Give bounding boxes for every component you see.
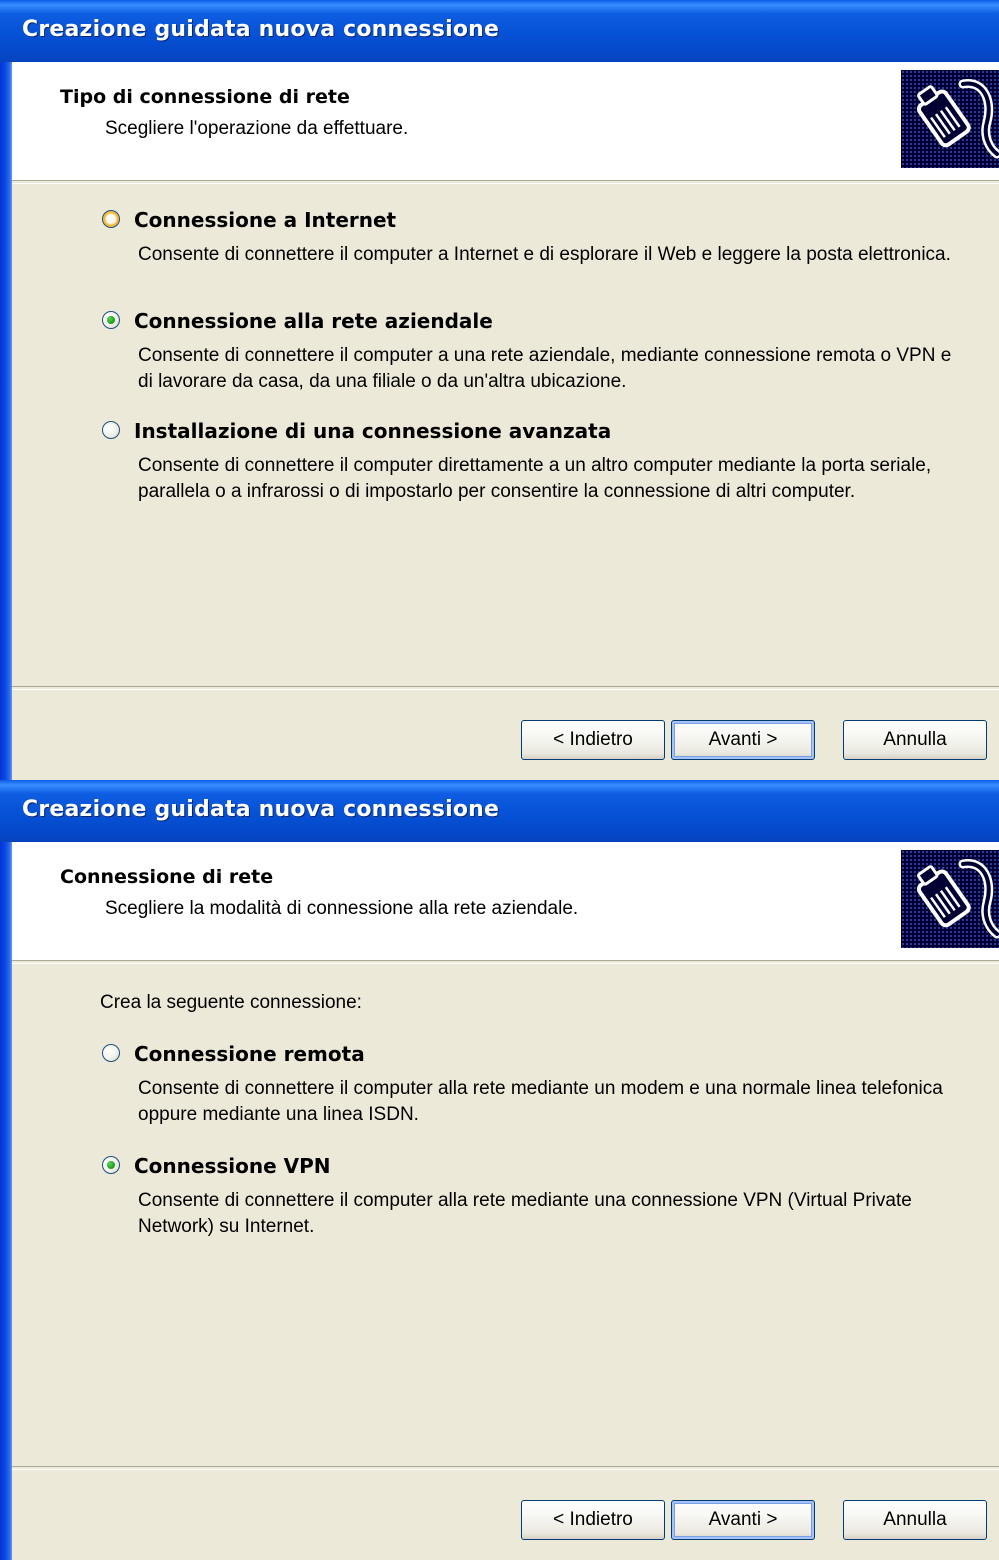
option-label[interactable]: Installazione di una connessione avanzat… (134, 419, 611, 443)
radio-connessione-remota[interactable] (102, 1044, 120, 1062)
radio-connessione-rete-aziendale[interactable] (102, 311, 120, 329)
page-subtitle: Scegliere l'operazione da effettuare. (105, 118, 409, 139)
network-cable-icon (901, 850, 999, 948)
radio-selected-dot (107, 316, 115, 324)
cancel-button[interactable]: Annulla (843, 720, 987, 760)
next-button[interactable]: Avanti > (671, 720, 815, 760)
radio-connessione-internet[interactable] (102, 210, 120, 228)
option-label[interactable]: Connessione remota (134, 1042, 365, 1066)
option-rete-aziendale[interactable]: Connessione alla rete aziendale Consente… (100, 309, 969, 395)
window-frame-left (0, 780, 12, 1560)
option-connessione-vpn[interactable]: Connessione VPN Consente di connettere i… (100, 1154, 969, 1240)
cancel-button[interactable]: Annulla (843, 1500, 987, 1540)
wizard-window-connection-type: Creazione guidata nuova connessione Tipo… (0, 0, 999, 780)
wizard-header: Tipo di connessione di rete Scegliere l'… (12, 62, 999, 180)
option-description: Consente di connettere il computer alla … (138, 1190, 912, 1237)
option-label[interactable]: Connessione a Internet (134, 208, 396, 232)
option-description: Consente di connettere il computer a Int… (138, 244, 951, 265)
window-title: Creazione guidata nuova connessione (22, 17, 500, 42)
network-cable-icon (901, 70, 999, 168)
option-connessione-avanzata[interactable]: Installazione di una connessione avanzat… (100, 419, 969, 505)
title-bar[interactable]: Creazione guidata nuova connessione (0, 780, 999, 842)
wizard-footer: < Indietro Avanti > Annulla (12, 1470, 999, 1560)
option-label[interactable]: Connessione VPN (134, 1154, 331, 1178)
wizard-header: Connessione di rete Scegliere la modalit… (12, 842, 999, 960)
radio-connessione-avanzata[interactable] (102, 421, 120, 439)
radio-selected-dot (107, 1161, 115, 1169)
window-title: Creazione guidata nuova connessione (22, 797, 500, 822)
wizard-content: Crea la seguente connessione: Connession… (12, 962, 999, 1468)
wizard-footer: < Indietro Avanti > Annulla (12, 690, 999, 780)
back-button[interactable]: < Indietro (521, 720, 665, 760)
title-bar[interactable]: Creazione guidata nuova connessione (0, 0, 999, 62)
option-connessione-remota[interactable]: Connessione remota Consente di connetter… (100, 1042, 969, 1128)
next-button[interactable]: Avanti > (671, 1500, 815, 1540)
intro-text: Crea la seguente connessione: (100, 992, 362, 1013)
back-button[interactable]: < Indietro (521, 1500, 665, 1540)
option-label[interactable]: Connessione alla rete aziendale (134, 309, 493, 333)
radio-connessione-vpn[interactable] (102, 1156, 120, 1174)
window-frame-left (0, 0, 12, 780)
page-subtitle: Scegliere la modalità di connessione all… (105, 898, 579, 919)
page-title: Connessione di rete (60, 866, 274, 888)
page-title: Tipo di connessione di rete (60, 86, 350, 108)
option-description: Consente di connettere il computer alla … (138, 1078, 943, 1125)
option-internet[interactable]: Connessione a Internet Consente di conne… (100, 208, 969, 268)
wizard-window-network-connection: Creazione guidata nuova connessione Conn… (0, 780, 999, 1560)
option-description: Consente di connettere il computer a una… (138, 345, 952, 392)
option-description: Consente di connettere il computer diret… (138, 455, 932, 502)
wizard-content: Connessione a Internet Consente di conne… (12, 182, 999, 688)
